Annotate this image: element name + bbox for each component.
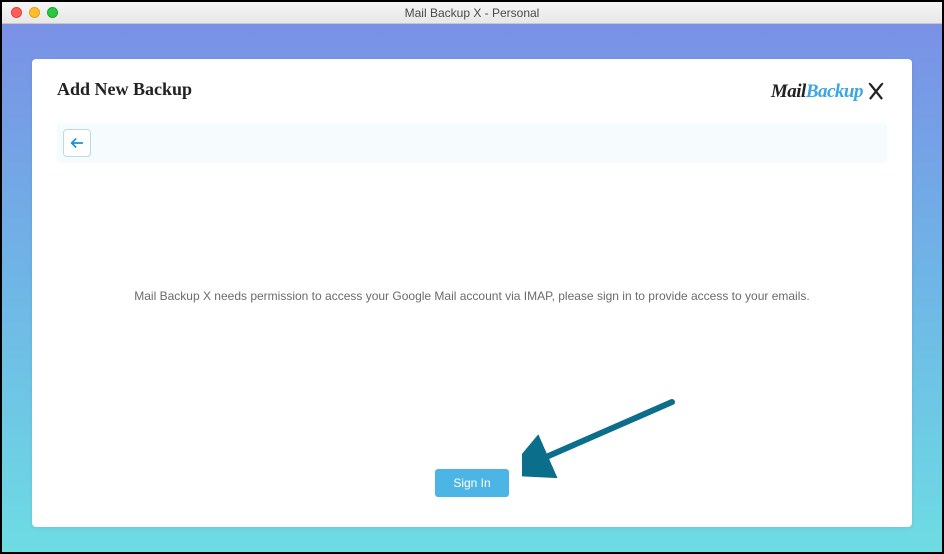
logo-text-backup: Backup bbox=[806, 81, 863, 103]
back-button[interactable] bbox=[63, 129, 91, 157]
titlebar: Mail Backup X - Personal bbox=[2, 2, 942, 24]
traffic-lights bbox=[2, 7, 58, 18]
app-body: Add New Backup MailBackup bbox=[2, 24, 942, 552]
card-header: Add New Backup MailBackup bbox=[57, 79, 887, 105]
close-window-button[interactable] bbox=[11, 7, 22, 18]
permission-message: Mail Backup X needs permission to access… bbox=[134, 287, 809, 305]
app-logo: MailBackup bbox=[771, 79, 887, 105]
app-window: Mail Backup X - Personal Add New Backup … bbox=[0, 0, 944, 554]
main-card: Add New Backup MailBackup bbox=[32, 59, 912, 527]
sign-in-button[interactable]: Sign In bbox=[435, 469, 508, 497]
content-area: Mail Backup X needs permission to access… bbox=[57, 173, 887, 459]
window-chrome: Mail Backup X - Personal Add New Backup … bbox=[2, 2, 942, 552]
zoom-window-button[interactable] bbox=[47, 7, 58, 18]
page-title: Add New Backup bbox=[57, 79, 192, 100]
logo-x-icon bbox=[863, 79, 887, 105]
minimize-window-button[interactable] bbox=[29, 7, 40, 18]
toolbar bbox=[57, 123, 887, 163]
footer: Sign In bbox=[57, 459, 887, 497]
logo-text-mail: Mail bbox=[771, 81, 806, 103]
window-title: Mail Backup X - Personal bbox=[2, 6, 942, 20]
arrow-left-icon bbox=[69, 135, 85, 151]
